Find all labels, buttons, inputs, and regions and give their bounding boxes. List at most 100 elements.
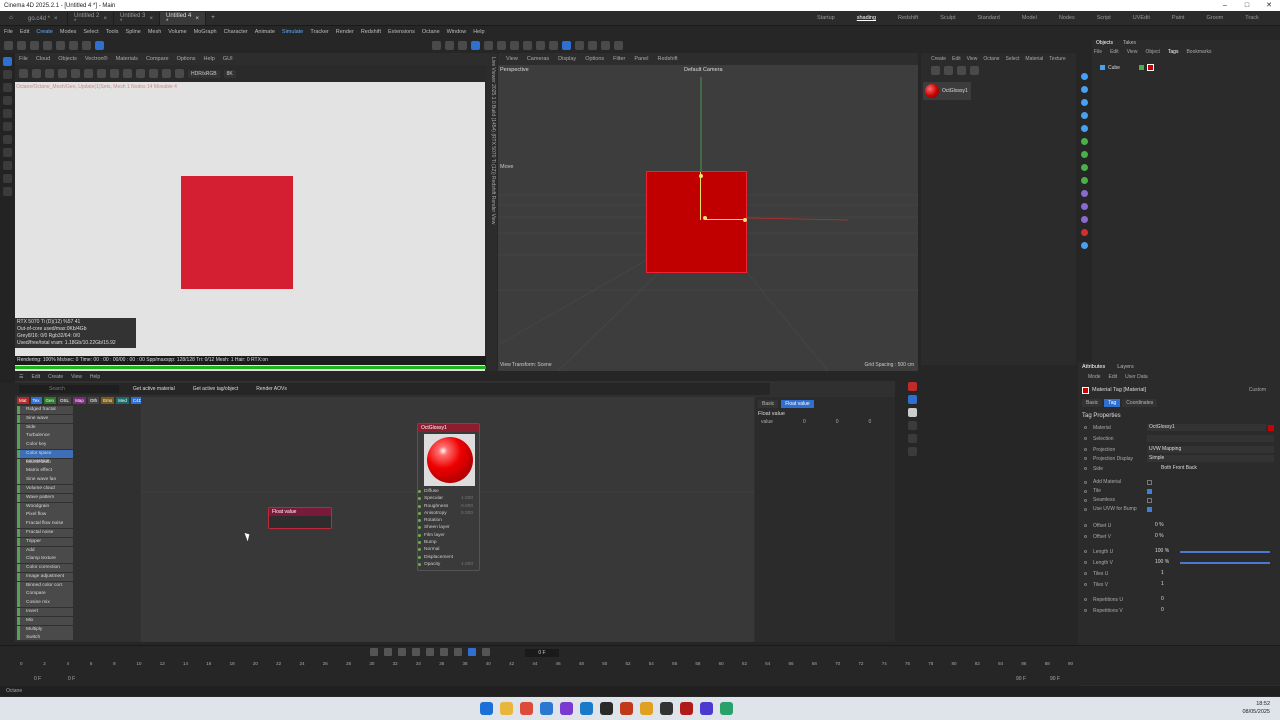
node-pin[interactable]: Bump: [418, 539, 479, 546]
menu-create[interactable]: Create: [36, 29, 53, 35]
menu-help[interactable]: Help: [473, 29, 484, 35]
obj-menu-bookmarks[interactable]: Bookmarks: [1186, 49, 1211, 58]
tiles-u-field[interactable]: 1: [1147, 570, 1274, 577]
home-icon[interactable]: ⌂: [0, 12, 22, 25]
node-pin[interactable]: Opacity 1.000: [418, 561, 479, 568]
app-icon[interactable]: [680, 702, 693, 715]
node-palette-item[interactable]: Color correction: [17, 564, 73, 573]
doc-tab[interactable]: Untitled 3 * ×: [114, 12, 160, 25]
prev-frame-icon[interactable]: [398, 648, 406, 656]
octane-icon[interactable]: [1080, 229, 1088, 236]
menu-tracker[interactable]: Tracker: [310, 29, 328, 35]
node-palette-item[interactable]: Mix: [17, 616, 73, 625]
attr-menu-user-data[interactable]: User Data: [1125, 374, 1148, 380]
material-item[interactable]: OctGlossy1: [923, 82, 971, 100]
subtab-basic[interactable]: Basic: [1082, 399, 1103, 407]
render-settings-icon[interactable]: [601, 40, 610, 50]
doc-tab[interactable]: Untitled 2 * ×: [68, 12, 114, 25]
knife-icon[interactable]: [3, 109, 12, 118]
handle-dot[interactable]: [703, 216, 707, 220]
cat-oth[interactable]: Oth: [87, 397, 100, 404]
cat-tex[interactable]: Tex: [30, 397, 42, 404]
node-pin[interactable]: Anisotropy 0.000: [418, 510, 479, 517]
workplane-icon[interactable]: [562, 40, 571, 50]
app-icon[interactable]: [700, 702, 713, 715]
lv-menu-materials[interactable]: Materials: [116, 56, 138, 62]
menu-animate[interactable]: Animate: [255, 29, 275, 35]
render-aovs-button[interactable]: Render AOVs: [252, 386, 291, 392]
layout-track[interactable]: Track: [1234, 15, 1270, 21]
node-pin[interactable]: Specular 1.000: [418, 495, 479, 502]
doc-tab-active[interactable]: Untitled 4 * ×: [160, 12, 206, 25]
close-icon[interactable]: ×: [149, 16, 153, 22]
system-clock[interactable]: 18:52 08/05/2025: [1242, 700, 1270, 716]
length-v-slider[interactable]: [1180, 561, 1270, 564]
cat-map[interactable]: Map: [73, 397, 86, 404]
offset-u-field[interactable]: 0 %: [1147, 522, 1274, 529]
float-value-y[interactable]: 0: [836, 419, 839, 425]
cinema4d-icon[interactable]: [600, 702, 613, 715]
cat-ems[interactable]: Ems: [101, 397, 115, 404]
offset-v-field[interactable]: 0 %: [1147, 533, 1274, 540]
measure-icon[interactable]: [3, 187, 12, 196]
attr-menu-edit[interactable]: Edit: [1109, 374, 1118, 380]
node-palette-item[interactable]: Woodgrain: [17, 502, 73, 511]
length-u-slider[interactable]: [1180, 550, 1270, 553]
node-pin[interactable]: Film layer: [418, 532, 479, 539]
end-frame[interactable]: 90 F: [1050, 676, 1060, 682]
preview-end-frame[interactable]: 90 F: [1016, 676, 1026, 682]
node-palette-item[interactable]: Fractal noise: [17, 528, 73, 538]
subtab-coordinates[interactable]: Coordinates: [1122, 399, 1158, 407]
model-mode-icon[interactable]: [432, 40, 441, 50]
layout-groom[interactable]: Groom: [1195, 15, 1234, 21]
menu-volume[interactable]: Volume: [168, 29, 186, 35]
repetitions-v-field[interactable]: 0: [1147, 607, 1274, 614]
vp-menu-redshift[interactable]: Redshift: [657, 56, 677, 62]
projection-display-select[interactable]: Simple: [1147, 455, 1274, 462]
cat-gen[interactable]: Gen: [43, 397, 57, 404]
viewport-perspective-label[interactable]: Perspective: [500, 67, 529, 73]
attributes-preset[interactable]: Custom: [1249, 387, 1266, 393]
get-active-material-button[interactable]: Get active material: [129, 386, 179, 392]
menu-simulate[interactable]: Simulate: [282, 29, 303, 35]
goto-end-icon[interactable]: [454, 648, 462, 656]
mm-menu-material[interactable]: Material: [1025, 56, 1043, 62]
redo-icon[interactable]: [17, 40, 26, 50]
light-icon[interactable]: [1080, 203, 1088, 210]
selection-field[interactable]: [1147, 435, 1274, 442]
record-icon[interactable]: [482, 648, 490, 656]
node-palette-item[interactable]: Tripper: [17, 537, 73, 546]
stop-icon[interactable]: [71, 69, 80, 78]
node-palette-item[interactable]: Color space conversion: [17, 449, 73, 464]
node-palette-item[interactable]: Wave pattern: [17, 493, 73, 502]
menu-extensions[interactable]: Extensions: [388, 29, 415, 35]
node-palette-item[interactable]: Fractal flow noise: [17, 520, 73, 529]
minimize-icon[interactable]: –: [1214, 0, 1236, 11]
world-coord-icon[interactable]: [69, 40, 78, 50]
sphere-icon[interactable]: [944, 65, 953, 75]
play-icon[interactable]: [412, 648, 420, 656]
octane-object-icon[interactable]: [908, 447, 917, 456]
ne-menu-edit[interactable]: Edit: [31, 374, 40, 380]
y-axis-icon[interactable]: [43, 40, 52, 50]
lv-menu-options[interactable]: Options: [177, 56, 196, 62]
vp-menu-view[interactable]: View: [506, 56, 518, 62]
node-palette-item[interactable]: Pixel flow: [17, 511, 73, 520]
obj-menu-tags[interactable]: Tags: [1168, 49, 1179, 58]
material-tag-icon[interactable]: [1146, 64, 1154, 71]
vp-menu-panel[interactable]: Panel: [634, 56, 648, 62]
ne-menu-create[interactable]: Create: [48, 374, 63, 380]
menu-window[interactable]: Window: [447, 29, 467, 35]
current-frame-field[interactable]: 0 F: [525, 649, 559, 657]
cube-object-icon[interactable]: [1080, 73, 1088, 80]
viewport-cube[interactable]: [646, 171, 747, 273]
mograph-icon[interactable]: [1080, 138, 1088, 145]
field-icon[interactable]: [1080, 177, 1088, 184]
add-icon[interactable]: [931, 65, 940, 75]
app-icon[interactable]: [560, 702, 573, 715]
menu-file[interactable]: File: [4, 29, 13, 35]
cat-osl[interactable]: OSL: [58, 397, 72, 404]
layout-nodes[interactable]: Nodes: [1048, 15, 1086, 21]
points-mode-icon[interactable]: [445, 40, 454, 50]
node-palette-item[interactable]: Binned color corr.: [17, 581, 73, 590]
